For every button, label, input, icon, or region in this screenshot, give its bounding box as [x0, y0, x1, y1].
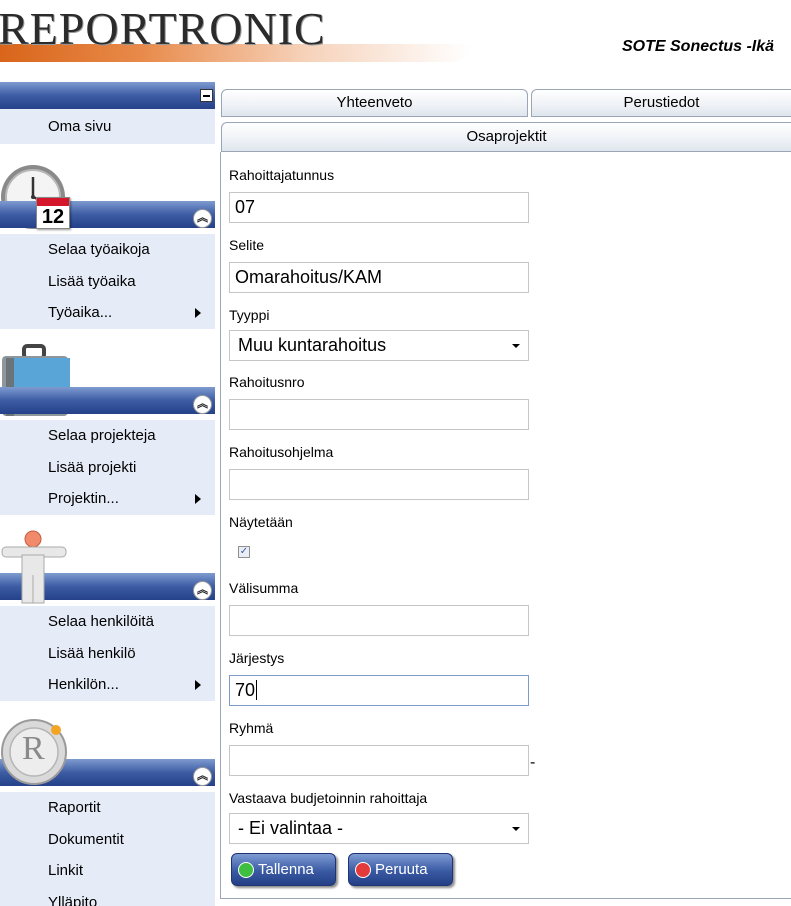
sidebar-item-yllapito[interactable]: Ylläpito [0, 887, 215, 906]
subtotal-input[interactable] [229, 605, 529, 636]
budget-funder-label: Vastaava budjetoinnin rahoittaja [229, 790, 428, 806]
calendar-header [37, 198, 69, 206]
sidebar-reports-section: Raportit Dokumentit Linkit Ylläpito [0, 792, 215, 906]
calendar-day: 12 [41, 206, 65, 228]
cancel-dot-icon [355, 862, 371, 878]
type-label: Tyyppi [229, 307, 270, 323]
chevron-down-icon [512, 344, 520, 348]
order-label: Järjestys [229, 650, 285, 666]
save-dot-icon [238, 862, 254, 878]
r-letter: R [22, 730, 45, 767]
calendar-icon: 12 [36, 197, 70, 229]
sidebar-item-oma-sivu[interactable]: Oma sivu [0, 109, 215, 144]
tab-perustiedot[interactable]: Perustiedot [531, 89, 791, 117]
collapse-up-icon[interactable]: ︽ [193, 209, 212, 228]
submenu-arrow-icon [195, 680, 201, 690]
collapse-up-icon[interactable]: ︽ [193, 581, 212, 600]
shown-label: Näytetään [229, 514, 293, 530]
budget-funder-select-value: - Ei valintaa - [238, 818, 344, 838]
funding-number-label: Rahoitusnro [229, 374, 305, 390]
sidebar-item-selaa-tyoaikoja[interactable]: Selaa työaikoja [0, 234, 215, 266]
cancel-button-label: Peruuta [375, 861, 428, 878]
reportronic-r-icon: R [0, 716, 72, 793]
subtotal-label: Välisumma [229, 580, 299, 596]
group-input[interactable] [229, 745, 529, 776]
reportronic-logo: REPORTRONIC [0, 0, 470, 68]
type-select-value: Muu kuntarahoitus [238, 335, 387, 355]
funding-program-input[interactable] [229, 469, 529, 500]
order-input[interactable]: 70 [229, 675, 529, 706]
group-label: Ryhmä [229, 720, 274, 736]
sidebar-item-henkilon-menu[interactable]: Henkilön... [0, 669, 215, 701]
tab-osaprojektit[interactable]: Osaprojektit [221, 122, 791, 152]
funder-code-label: Rahoittajatunnus [229, 167, 335, 183]
description-label: Selite [229, 237, 265, 253]
sidebar-item-lisaa-tyoaika[interactable]: Lisää työaika [0, 266, 215, 298]
sidebar-item-label: Työaika... [48, 304, 113, 321]
sidebar-home-header [0, 82, 215, 109]
tab-yhteenveto[interactable]: Yhteenveto [221, 89, 528, 117]
group-separator: - [530, 754, 536, 771]
collapse-up-icon[interactable]: ︽ [193, 767, 212, 786]
collapse-up-icon[interactable]: ︽ [193, 395, 212, 414]
description-input[interactable]: Omarahoitus/KAM [229, 262, 529, 293]
sidebar-worktime-section: Selaa työaikoja Lisää työaika Työaika... [0, 234, 215, 329]
sidebar-item-label: Projektin... [48, 490, 119, 507]
type-select[interactable]: Muu kuntarahoitus [229, 330, 529, 361]
cancel-button[interactable]: Peruuta [348, 853, 453, 886]
budget-funder-select[interactable]: - Ei valintaa - [229, 813, 529, 844]
sidebar-projects-header: ︽ [0, 387, 215, 414]
sidebar-item-selaa-projekteja[interactable]: Selaa projekteja [0, 420, 215, 452]
sidebar-item-raportit[interactable]: Raportit [0, 792, 215, 824]
logo-text: REPORTRONIC [0, 3, 326, 54]
save-button[interactable]: Tallenna [231, 853, 336, 886]
sidebar-worktime-header: ︽ [0, 201, 215, 228]
funder-code-input[interactable]: 07 [229, 192, 529, 223]
sidebar-item-dokumentit[interactable]: Dokumentit [0, 824, 215, 856]
sidebar-item-tyoaika-menu[interactable]: Työaika... [0, 297, 215, 329]
sidebar-item-linkit[interactable]: Linkit [0, 855, 215, 887]
funding-program-label: Rahoitusohjelma [229, 444, 334, 460]
sidebar-item-lisaa-projekti[interactable]: Lisää projekti [0, 452, 215, 484]
sidebar-home-section: Oma sivu [0, 109, 215, 144]
sidebar-persons-section: Selaa henkilöitä Lisää henkilö Henkilön.… [0, 606, 215, 701]
sidebar-projects-section: Selaa projekteja Lisää projekti Projekti… [0, 420, 215, 515]
collapse-icon[interactable] [200, 89, 213, 102]
chevron-down-icon [512, 827, 520, 831]
funding-number-input[interactable] [229, 399, 529, 430]
save-button-label: Tallenna [258, 861, 314, 878]
submenu-arrow-icon [195, 494, 201, 504]
submenu-arrow-icon [195, 308, 201, 318]
shown-checkbox[interactable]: ✓ [238, 546, 250, 558]
person-icon [0, 530, 72, 610]
sidebar-item-lisaa-henkilo[interactable]: Lisää henkilö [0, 638, 215, 670]
order-input-value: 70 [235, 680, 256, 700]
sidebar-item-projektin-menu[interactable]: Projektin... [0, 483, 215, 515]
sidebar-item-selaa-henkiloita[interactable]: Selaa henkilöitä [0, 606, 215, 638]
sidebar-item-label: Henkilön... [48, 676, 119, 693]
app-title: SOTE Sonectus -Ikä [622, 38, 775, 55]
text-cursor [256, 680, 258, 700]
